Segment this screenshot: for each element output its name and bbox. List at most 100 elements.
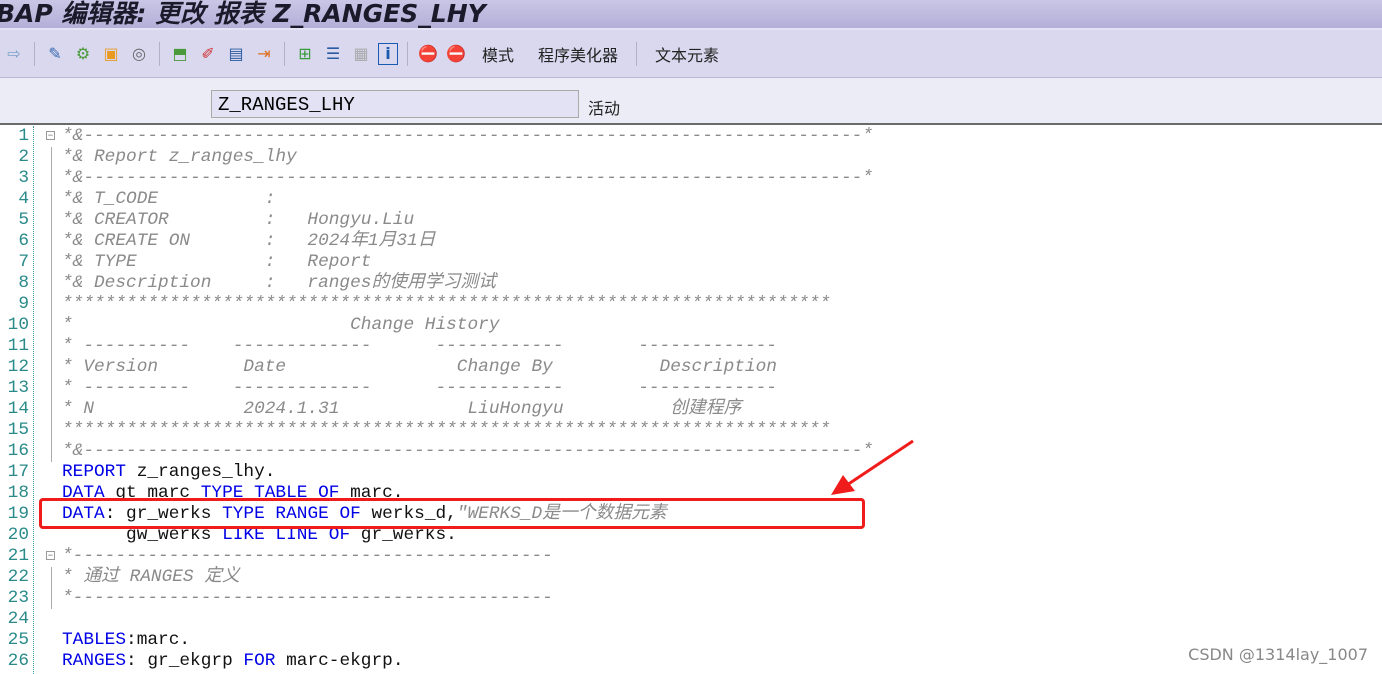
comment: *& T_CODE : <box>62 189 276 209</box>
line-number: 2 <box>18 147 29 167</box>
code-text: *---------------------------------------… <box>62 546 553 567</box>
code-line[interactable]: 8 *& Description : ranges的使用学习测试 <box>0 273 1382 294</box>
fold-guide <box>51 315 52 336</box>
object-list-icon[interactable]: ⊞ <box>294 43 316 65</box>
comment: *&--------------------------------------… <box>62 441 873 461</box>
move-icon[interactable]: ⇥ <box>253 43 275 65</box>
comment: *---------------------------------------… <box>62 588 553 608</box>
program-name-field[interactable]: Z_RANGES_LHY <box>211 90 579 118</box>
arrow-annotation <box>831 439 914 495</box>
code-token: : gr_ekgrp <box>126 651 244 671</box>
info-icon[interactable]: i <box>378 42 398 65</box>
comment: *&--------------------------------------… <box>62 168 873 188</box>
code-line[interactable]: 23 *-------------------------------------… <box>0 588 1382 609</box>
fold-guide <box>51 357 52 378</box>
code-line[interactable]: 22 * 通过 RANGES 定义 <box>0 567 1382 588</box>
pattern-button[interactable]: 模式 <box>482 42 514 66</box>
code-text: *&--------------------------------------… <box>62 441 873 462</box>
line-number: 21 <box>7 546 29 566</box>
other-object-icon[interactable]: ▣ <box>100 43 122 65</box>
comment: *---------------------------------------… <box>62 546 553 566</box>
code-line[interactable]: 3 *&-------------------------------------… <box>0 168 1382 189</box>
application-toolbar: ⇨ ✎ ⚙ ▣ ◎ ⬒ ✐ ▤ ⇥ ⊞ ☰ ▦ i ⛔ ⛔ 模式 程序美化器 文… <box>0 30 1382 78</box>
separator <box>407 41 408 66</box>
stop-icon[interactable]: ⛔ <box>417 43 439 65</box>
line-number: 10 <box>7 315 29 335</box>
code-text: *& Description : ranges的使用学习测试 <box>62 273 496 294</box>
fold-guide <box>51 441 52 462</box>
code-line[interactable]: 1 − *&------------------------------------… <box>0 126 1382 147</box>
fold-guide <box>51 273 52 294</box>
code-line[interactable]: 17 REPORT z_ranges_lhy. <box>0 462 1382 483</box>
activate-icon[interactable]: ⚙ <box>72 43 94 65</box>
code-line[interactable]: 26 RANGES: gr_ekgrp FOR marc-ekgrp. <box>0 651 1382 672</box>
line-number: 16 <box>7 441 29 461</box>
fold-guide <box>51 399 52 420</box>
fold-toggle-icon[interactable]: − <box>46 131 55 141</box>
code-line[interactable]: 9 ***************************************… <box>0 294 1382 315</box>
code-line[interactable]: 5 *& CREATOR : Hongyu.Liu <box>0 210 1382 231</box>
fold-guide <box>51 189 52 210</box>
code-line[interactable]: 6 *& CREATE ON : 2024年1月31日 <box>0 231 1382 252</box>
code-line[interactable]: 21 − *------------------------------------… <box>0 546 1382 567</box>
list-icon[interactable]: ▦ <box>350 43 372 65</box>
code-editor[interactable]: 1− *&------------------------------------… <box>0 126 1382 674</box>
code-line[interactable]: 10 * Change History <box>0 315 1382 336</box>
line-number: 7 <box>18 252 29 272</box>
code-text: REPORT z_ranges_lhy. <box>62 462 275 483</box>
comment: ****************************************… <box>62 294 831 314</box>
code-text: TABLES:marc. <box>62 630 190 651</box>
code-text: ****************************************… <box>62 420 830 441</box>
code-line[interactable]: 15 **************************************… <box>0 420 1382 441</box>
fold-toggle-icon[interactable]: − <box>46 551 55 561</box>
code-line[interactable]: 24 <box>0 609 1382 630</box>
line-number: 17 <box>7 462 29 482</box>
code-line[interactable]: 12 * Version Date Change By Description <box>0 357 1382 378</box>
code-text: * Change History <box>62 315 500 336</box>
comment: * 通过 RANGES 定义 <box>62 567 240 587</box>
breakpoint-icon[interactable]: ▤ <box>225 43 247 65</box>
code-line[interactable]: 2 *& Report z_ranges_lhy <box>0 147 1382 168</box>
code-text: *& CREATE ON : 2024年1月31日 <box>62 231 435 252</box>
keyword: RANGES <box>62 651 127 671</box>
keyword: TABLES <box>62 630 127 650</box>
syntax-check-icon[interactable]: ⬒ <box>169 43 191 65</box>
forward-icon[interactable]: ⇨ <box>3 43 25 65</box>
line-number: 14 <box>7 399 29 419</box>
fold-guide <box>51 294 52 315</box>
code-text: *&--------------------------------------… <box>62 168 873 189</box>
keyword: FOR <box>243 651 276 671</box>
line-number: 3 <box>18 168 29 188</box>
comment: *& TYPE : Report <box>62 252 372 272</box>
text-elements-button[interactable]: 文本元素 <box>655 42 719 66</box>
code-line[interactable]: 14 * N 2024.1.31 LiuHongyu 创建程序 <box>0 399 1382 420</box>
comment: * Version Date Change By Description <box>62 357 777 377</box>
highlight-box <box>39 498 865 529</box>
code-line[interactable]: 4 *& T_CODE : <box>0 189 1382 210</box>
code-text: * ---------- ------------- ------------ … <box>62 336 777 357</box>
code-text: * Version Date Change By Description <box>62 357 777 378</box>
display-change-icon[interactable]: ✎ <box>44 43 66 65</box>
code-line[interactable]: 13 * ---------- ------------- -----------… <box>0 378 1382 399</box>
fold-guide <box>51 336 52 357</box>
session-stop-icon[interactable]: ⛔ <box>445 43 467 65</box>
line-number: 20 <box>7 525 29 545</box>
line-number: 5 <box>18 210 29 230</box>
line-number: 22 <box>7 567 29 587</box>
code-text: * N 2024.1.31 LiuHongyu 创建程序 <box>62 399 741 420</box>
fold-guide <box>51 210 52 231</box>
code-text: *---------------------------------------… <box>62 588 553 609</box>
line-number: 4 <box>18 189 29 209</box>
code-line[interactable]: 7 *& TYPE : Report <box>0 252 1382 273</box>
comment: *& Description : ranges的使用学习测试 <box>62 273 496 293</box>
comment: ****************************************… <box>62 420 831 440</box>
test-icon[interactable]: ✐ <box>197 43 219 65</box>
where-used-icon[interactable]: ◎ <box>128 43 150 65</box>
navigation-icon[interactable]: ☰ <box>322 43 344 65</box>
code-line[interactable]: 11 * ---------- ------------- -----------… <box>0 336 1382 357</box>
program-header: Z_RANGES_LHY 活动 <box>0 78 1382 125</box>
comment: * ---------- ------------- ------------ … <box>62 336 777 356</box>
code-line[interactable]: 25 TABLES:marc. <box>0 630 1382 651</box>
code-line[interactable]: 16 *&------------------------------------… <box>0 441 1382 462</box>
pretty-printer-button[interactable]: 程序美化器 <box>538 42 618 66</box>
